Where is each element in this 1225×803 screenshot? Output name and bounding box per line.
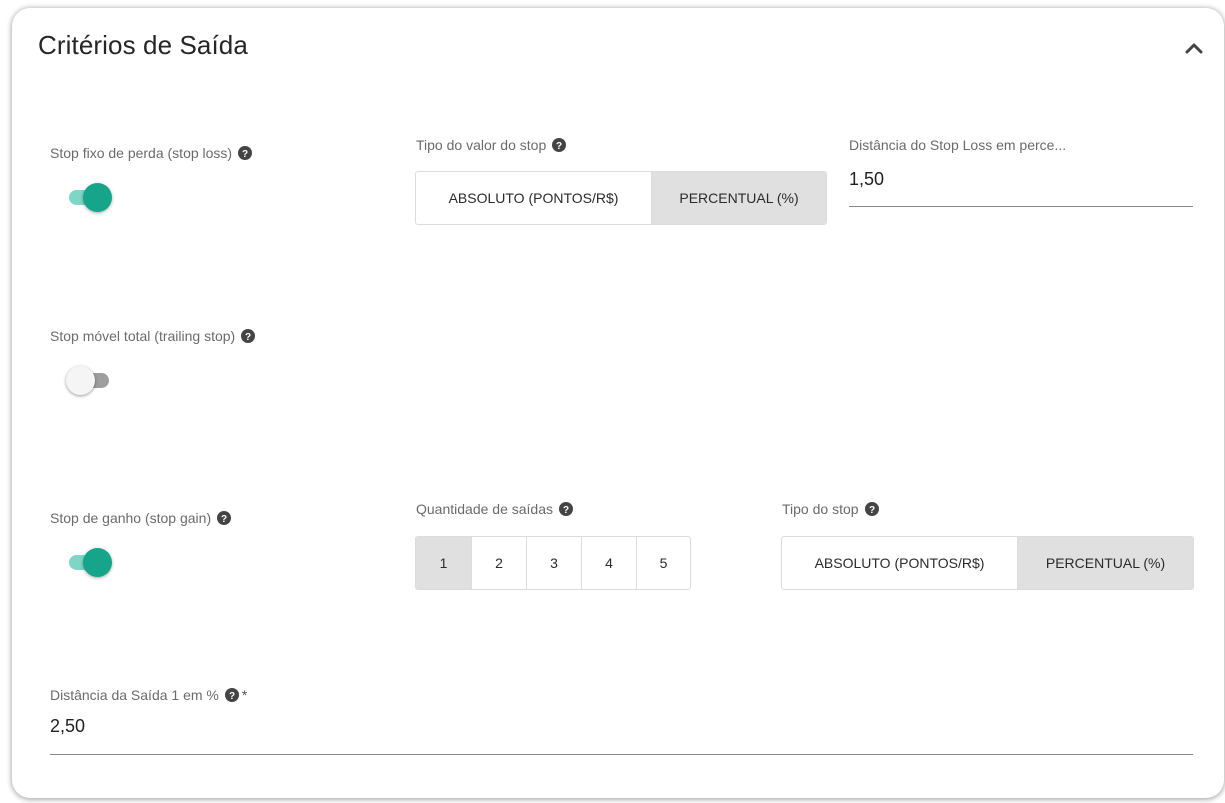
absolute-option-button[interactable]: ABSOLUTO (PONTOS/R$) xyxy=(416,172,651,224)
trailing-stop-label-text: Stop móvel total (trailing stop) xyxy=(50,328,236,344)
toggle-thumb xyxy=(83,548,112,577)
trailing-stop-label: Stop móvel total (trailing stop) ? xyxy=(50,328,256,344)
exits-quantity-toggle-group: 1 2 3 4 5 xyxy=(415,536,691,590)
stop-type-label: Tipo do stop ? xyxy=(782,501,879,517)
exits-option-1[interactable]: 1 xyxy=(416,537,471,589)
toggle-thumb xyxy=(83,183,112,212)
absolute-option-button[interactable]: ABSOLUTO (PONTOS/R$) xyxy=(782,537,1017,589)
stop-value-type-label: Tipo do valor do stop ? xyxy=(416,137,567,153)
svg-text:?: ? xyxy=(221,514,227,525)
svg-text:?: ? xyxy=(245,332,251,343)
svg-text:?: ? xyxy=(868,505,874,516)
exits-quantity-label: Quantidade de saídas ? xyxy=(416,501,573,517)
svg-text:?: ? xyxy=(556,141,562,152)
exits-option-5[interactable]: 5 xyxy=(636,537,690,589)
toggle-thumb xyxy=(66,366,95,395)
stop-value-type-toggle-group: ABSOLUTO (PONTOS/R$) PERCENTUAL (%) xyxy=(415,171,827,225)
exit1-distance-label: Distância da Saída 1 em % ? * xyxy=(50,687,247,703)
stop-gain-label-text: Stop de ganho (stop gain) xyxy=(50,510,212,526)
stop-loss-label: Stop fixo de perda (stop loss) ? xyxy=(50,145,253,161)
svg-text:?: ? xyxy=(229,691,235,702)
stop-value-type-label-text: Tipo do valor do stop xyxy=(416,137,547,153)
stop-loss-distance-input[interactable] xyxy=(849,169,1189,190)
stop-gain-toggle[interactable] xyxy=(66,546,112,578)
help-icon[interactable]: ? xyxy=(224,688,239,702)
percentual-option-button[interactable]: PERCENTUAL (%) xyxy=(651,172,826,224)
stop-loss-toggle[interactable] xyxy=(66,181,112,213)
card-title: Critérios de Saída xyxy=(38,30,248,60)
stop-loss-distance-underline xyxy=(849,206,1193,207)
collapse-button[interactable] xyxy=(1178,35,1210,65)
exits-option-2[interactable]: 2 xyxy=(471,537,526,589)
help-icon[interactable]: ? xyxy=(552,138,567,152)
exit1-distance-label-text: Distância da Saída 1 em % xyxy=(50,687,219,703)
stop-loss-distance-label: Distância do Stop Loss em perce... xyxy=(849,137,1067,153)
exit-criteria-card: Critérios de Saída Stop fixo de perda (s… xyxy=(12,8,1224,798)
chevron-up-icon xyxy=(1184,41,1204,60)
trailing-stop-toggle[interactable] xyxy=(66,364,112,396)
help-icon[interactable]: ? xyxy=(559,502,573,516)
exit1-distance-input[interactable] xyxy=(50,716,1150,737)
stop-loss-label-text: Stop fixo de perda (stop loss) xyxy=(50,145,233,161)
exits-option-4[interactable]: 4 xyxy=(581,537,636,589)
percentual-option-button[interactable]: PERCENTUAL (%) xyxy=(1017,537,1193,589)
exit1-distance-underline xyxy=(50,754,1193,755)
stop-type-toggle-group: ABSOLUTO (PONTOS/R$) PERCENTUAL (%) xyxy=(781,536,1194,590)
stop-type-label-text: Tipo do stop xyxy=(782,501,859,517)
help-icon[interactable]: ? xyxy=(217,511,232,525)
svg-text:?: ? xyxy=(563,505,569,516)
help-icon[interactable]: ? xyxy=(864,502,879,516)
help-icon[interactable]: ? xyxy=(241,329,256,343)
exits-quantity-label-text: Quantidade de saídas xyxy=(416,501,553,517)
help-icon[interactable]: ? xyxy=(238,146,253,160)
stop-gain-label: Stop de ganho (stop gain) ? xyxy=(50,510,232,526)
exits-option-3[interactable]: 3 xyxy=(526,537,581,589)
required-mark: * xyxy=(241,687,248,703)
svg-text:?: ? xyxy=(242,149,248,160)
